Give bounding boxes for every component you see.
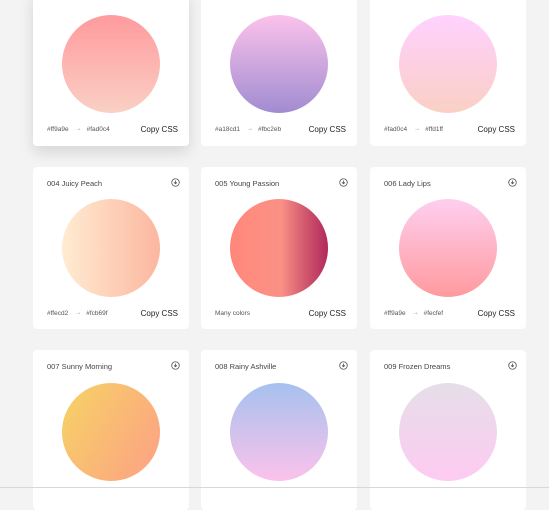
card-title: 005 Young Passion (215, 179, 280, 188)
color-stop-1[interactable]: #ff9a9e (47, 126, 69, 133)
card-footer: #fad0c4 → #ffd1ff Copy CSS (384, 123, 515, 135)
download-icon[interactable] (338, 360, 348, 370)
gradient-card[interactable]: 006 Lady Lips #ff9a9e → #fecfef Copy CSS (370, 167, 526, 329)
arrow-icon: → (412, 310, 419, 316)
gradient-card[interactable]: #ff9a9e → #fad0c4 Copy CSS (33, 0, 189, 146)
gradient-swatch (230, 199, 328, 297)
gradient-card[interactable]: 007 Sunny Morning (33, 350, 189, 510)
gradient-card[interactable]: 008 Rainy Ashville (201, 350, 357, 510)
color-stop-2[interactable]: #fbc2eb (258, 126, 281, 133)
download-icon[interactable] (507, 360, 517, 370)
card-title: 009 Frozen Dreams (384, 362, 451, 371)
gradient-swatch (230, 15, 328, 113)
gradient-swatch (230, 383, 328, 481)
copy-css-button[interactable]: Copy CSS (309, 125, 346, 134)
copy-css-button[interactable]: Copy CSS (141, 125, 178, 134)
gradient-swatch (62, 15, 160, 113)
gradient-swatch (62, 383, 160, 481)
card-title: 007 Sunny Morning (47, 362, 113, 371)
card-title: 006 Lady Lips (384, 179, 431, 188)
gradient-swatch (62, 199, 160, 297)
color-stop-1[interactable]: #a18cd1 (215, 126, 240, 133)
color-stop-2[interactable]: #ffd1ff (425, 126, 443, 133)
gradient-card[interactable]: #fad0c4 → #ffd1ff Copy CSS (370, 0, 526, 146)
arrow-icon: → (75, 126, 82, 132)
download-icon[interactable] (507, 177, 517, 187)
card-title: 004 Juicy Peach (47, 179, 103, 188)
color-stop-1[interactable]: #ffecd2 (47, 310, 68, 317)
many-colors-label: Many colors (215, 309, 251, 317)
gradient-card[interactable]: #a18cd1 → #fbc2eb Copy CSS (201, 0, 357, 146)
gradient-card[interactable]: 004 Juicy Peach #ffecd2 → #fcb69f Copy C… (33, 167, 189, 329)
copy-css-button[interactable]: Copy CSS (309, 309, 346, 318)
color-stop-1[interactable]: #fad0c4 (384, 126, 407, 133)
arrow-icon: → (75, 310, 82, 316)
download-icon[interactable] (170, 177, 180, 187)
arrow-icon: → (246, 126, 253, 132)
gradient-swatch (399, 383, 497, 481)
color-stop-1[interactable]: #ff9a9e (384, 310, 406, 317)
card-footer: #a18cd1 → #fbc2eb Copy CSS (215, 123, 346, 135)
copy-css-button[interactable]: Copy CSS (478, 125, 515, 134)
card-footer: #ff9a9e → #fecfef Copy CSS (384, 307, 515, 319)
color-stop-2[interactable]: #fcb69f (86, 310, 107, 317)
copy-css-button[interactable]: Copy CSS (478, 309, 515, 318)
card-footer: Many colors Copy CSS (215, 307, 346, 319)
gradient-card[interactable]: 005 Young Passion Many colors Copy CSS (201, 167, 357, 329)
download-icon[interactable] (338, 177, 348, 187)
color-stop-2[interactable]: #fad0c4 (87, 126, 110, 133)
card-title: 008 Rainy Ashville (215, 362, 277, 371)
arrow-icon: → (414, 126, 421, 132)
color-stop-2[interactable]: #fecfef (424, 310, 444, 317)
gradient-swatch (399, 15, 497, 113)
card-footer: #ffecd2 → #fcb69f Copy CSS (47, 307, 178, 319)
gradient-card[interactable]: 009 Frozen Dreams (370, 350, 526, 510)
copy-css-button[interactable]: Copy CSS (141, 309, 178, 318)
card-footer: #ff9a9e → #fad0c4 Copy CSS (47, 123, 178, 135)
page-divider (0, 487, 549, 488)
download-icon[interactable] (170, 360, 180, 370)
gradient-swatch (399, 199, 497, 297)
